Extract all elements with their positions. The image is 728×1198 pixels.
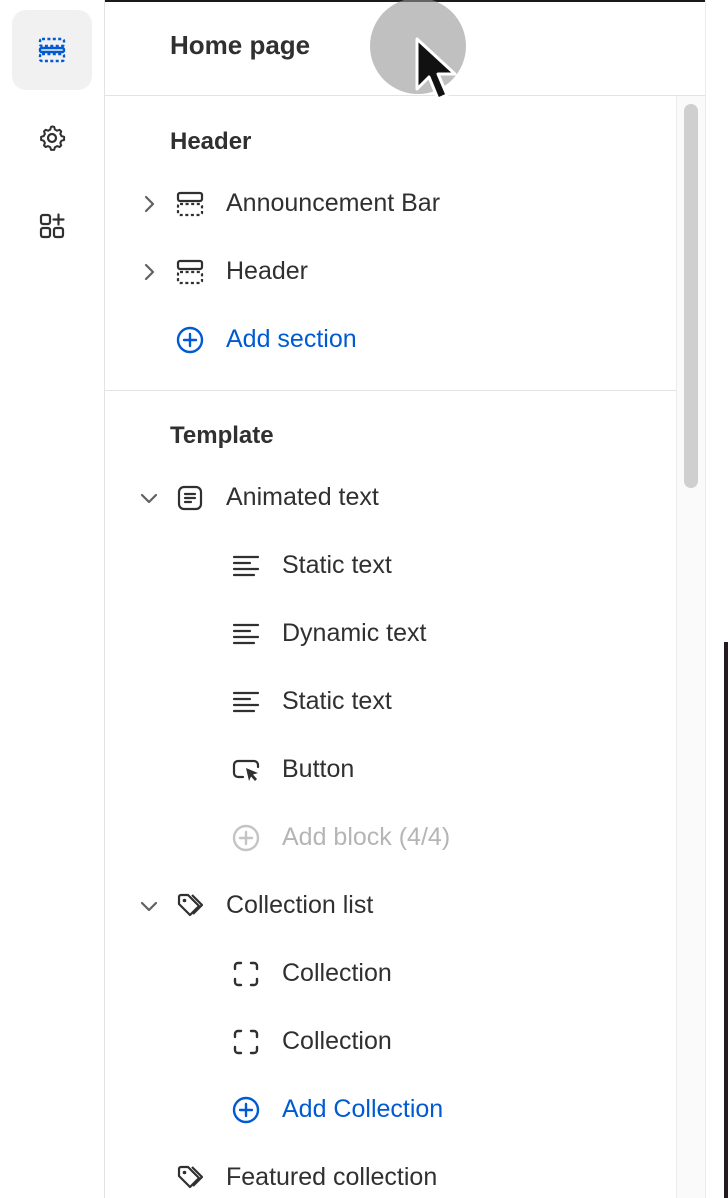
add-section-button[interactable]: Add section [105,312,677,368]
group-divider [105,390,677,391]
block-label: Static text [282,551,392,579]
tag-icon [177,1165,204,1189]
rail-settings-button[interactable] [12,98,92,178]
block-collection[interactable]: Collection [105,1014,677,1070]
chevron-down-icon[interactable] [137,486,161,510]
block-dynamic-text[interactable]: Dynamic text [105,606,677,662]
group-title-template: Template [170,422,274,449]
section-label: Animated text [226,483,379,511]
section-header[interactable]: Header [105,244,677,300]
section-animated-text[interactable]: Animated text [105,470,677,526]
page-title[interactable]: Home page [170,30,310,61]
dashed-square-icon [233,961,259,987]
block-label: Static text [282,687,392,715]
mouse-pointer-icon [415,37,457,101]
plus-circle-icon [232,824,260,852]
section-label: Header [226,257,308,285]
block-label: Collection [282,1027,392,1055]
apps-add-icon [39,213,65,239]
chevron-right-icon[interactable] [137,260,161,284]
button-pointer-icon [232,759,260,781]
add-block-button[interactable]: Add block (4/4) [105,810,677,866]
plus-circle-icon [176,326,204,354]
block-button[interactable]: Button [105,742,677,798]
section-label: Collection list [226,891,374,919]
sidebar-rail [0,0,105,1198]
section-announcement-bar[interactable]: Announcement Bar [105,176,677,232]
section-label: Announcement Bar [226,189,441,217]
scrollbar-thumb[interactable] [684,104,698,488]
block-static-text[interactable]: Static text [105,538,677,594]
gear-icon [40,125,66,151]
rail-apps-button[interactable] [12,186,92,266]
text-lines-icon [232,623,260,645]
section-featured-collection[interactable]: Featured collection [105,1150,677,1198]
block-label: Collection [282,959,392,987]
chevron-right-icon[interactable] [137,192,161,216]
preview-content-strip [724,642,728,1198]
chevron-down-icon[interactable] [137,894,161,918]
tag-icon [177,893,204,917]
preview-edge [705,0,728,1198]
section-collection-list[interactable]: Collection list [105,878,677,934]
block-label: Dynamic text [282,619,427,647]
text-block-icon [177,485,203,511]
section-label: Featured collection [226,1163,438,1191]
rail-sections-button[interactable] [12,10,92,90]
section-tree-panel: Home page Header Announcement Bar Header [105,0,705,1198]
section-layout-icon [176,259,204,285]
text-lines-icon [232,555,260,577]
block-collection[interactable]: Collection [105,946,677,1002]
add-collection-label: Add Collection [282,1095,444,1123]
sections-icon [38,37,66,63]
section-layout-icon [176,191,204,217]
section-tree: Header Announcement Bar Header Add secti… [105,96,677,1198]
block-label: Button [282,755,355,783]
scrollbar[interactable] [676,96,705,1198]
block-static-text[interactable]: Static text [105,674,677,730]
add-section-label: Add section [226,325,357,353]
add-collection-button[interactable]: Add Collection [105,1082,677,1138]
plus-circle-icon [232,1096,260,1124]
dashed-square-icon [233,1029,259,1055]
text-lines-icon [232,691,260,713]
group-title-header: Header [170,128,252,155]
add-block-label: Add block (4/4) [282,823,451,851]
